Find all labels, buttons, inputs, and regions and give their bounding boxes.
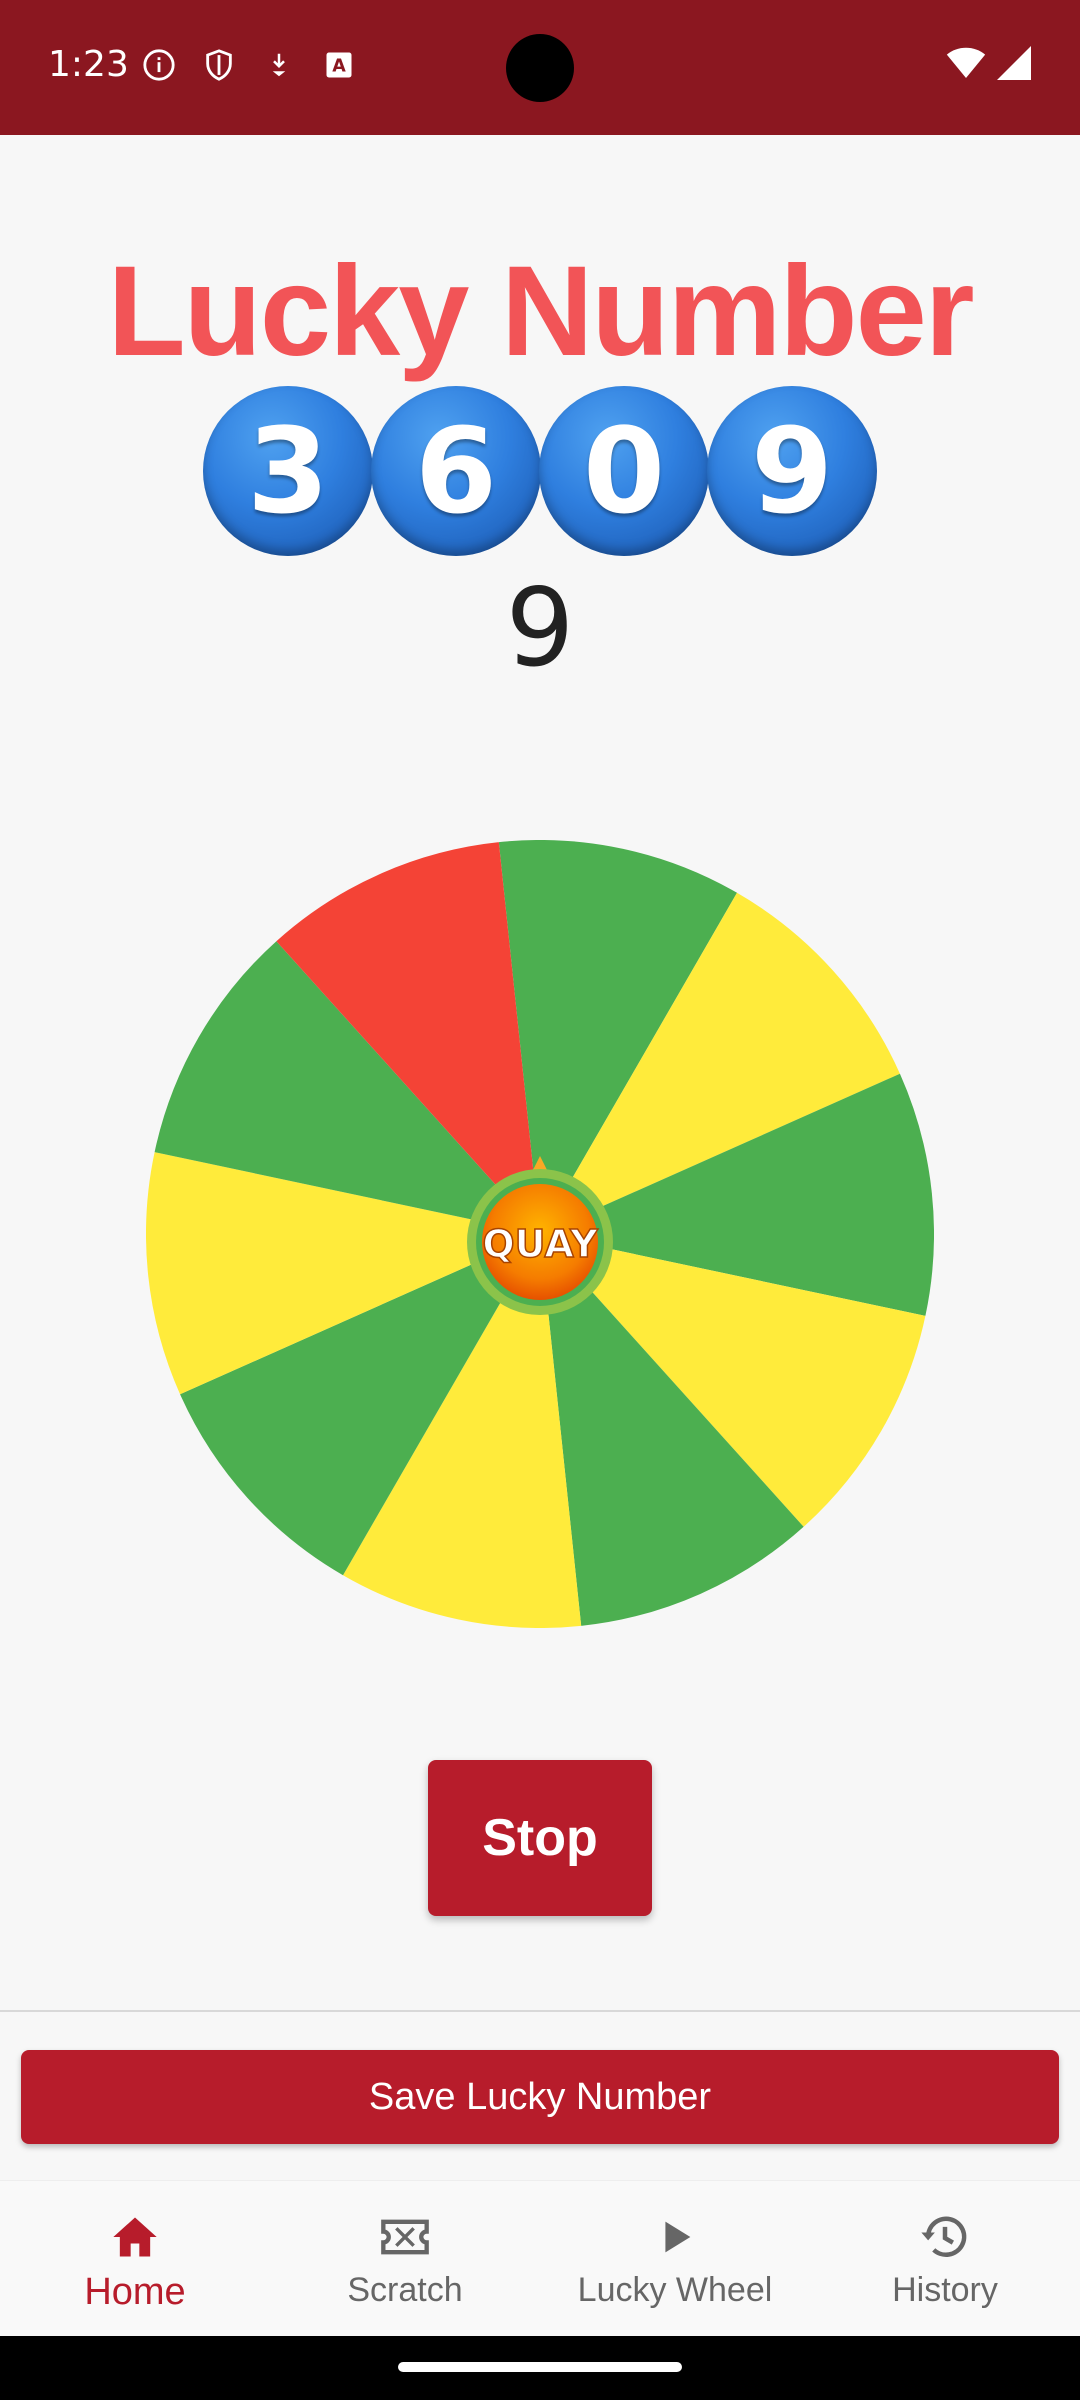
nav-item-home[interactable]: Home <box>0 2181 270 2337</box>
digit-ball: 3 <box>203 386 373 556</box>
nav-item-scratch[interactable]: Scratch <box>270 2181 540 2337</box>
divider <box>0 2010 1080 2012</box>
ticket-icon <box>377 2209 433 2265</box>
home-indicator[interactable] <box>398 2362 682 2372</box>
page-title: Lucky Number <box>107 240 974 383</box>
spin-result: 9 <box>505 566 575 691</box>
home-icon <box>107 2209 163 2265</box>
status-time: 1:23 <box>48 44 129 85</box>
history-icon <box>917 2209 973 2265</box>
signal-icon <box>996 46 1032 85</box>
digit-label: 9 <box>750 402 834 540</box>
bottom-nav: Home Scratch Lucky Wheel History <box>0 2180 1080 2337</box>
nav-label: Lucky Wheel <box>577 2271 773 2309</box>
digit-label: 0 <box>582 402 666 540</box>
stop-button[interactable]: Stop <box>428 1760 652 1916</box>
digit-label: 6 <box>414 402 498 540</box>
lucky-digits: 3 6 0 9 <box>203 386 877 556</box>
status-right-icons <box>946 46 1032 85</box>
digit-ball: 9 <box>707 386 877 556</box>
text-icon: A <box>322 48 356 82</box>
nav-label: Scratch <box>347 2271 463 2309</box>
shield-icon <box>202 48 236 82</box>
camera-cutout <box>506 34 574 102</box>
play-icon <box>647 2209 703 2265</box>
info-icon <box>142 48 176 82</box>
wifi-icon <box>946 46 986 85</box>
digit-ball: 6 <box>371 386 541 556</box>
status-left-icons: A <box>142 48 356 82</box>
digit-ball: 0 <box>539 386 709 556</box>
save-lucky-number-button[interactable]: Save Lucky Number <box>21 2050 1059 2144</box>
wheel-graphic: QUAY <box>145 840 935 1628</box>
spin-button-label: QUAY <box>482 1222 598 1266</box>
nav-label: History <box>892 2271 998 2309</box>
lucky-wheel[interactable]: QUAY <box>145 840 935 1628</box>
nav-item-history[interactable]: History <box>810 2181 1080 2337</box>
nav-item-lucky-wheel[interactable]: Lucky Wheel <box>540 2181 810 2337</box>
nav-label: Home <box>84 2271 186 2313</box>
svg-text:A: A <box>332 56 346 76</box>
download-icon <box>262 48 296 82</box>
digit-label: 3 <box>246 402 330 540</box>
status-bar: 1:23 A <box>0 0 1080 135</box>
